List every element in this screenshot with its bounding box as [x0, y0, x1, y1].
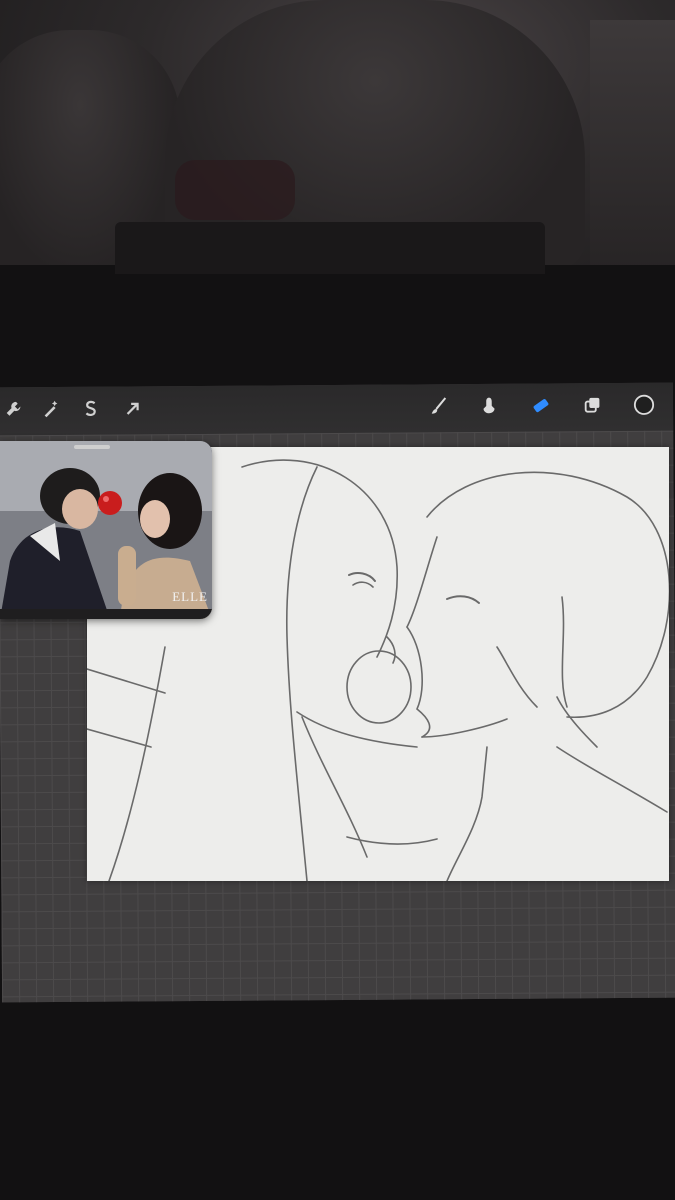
smudge-icon[interactable]: [476, 395, 502, 421]
tablet-stand: [115, 222, 545, 274]
top-toolbar: [0, 382, 674, 436]
reference-watermark: ELLE: [172, 589, 208, 604]
chair-strip: [175, 160, 295, 220]
background-wall: [590, 20, 675, 270]
adjustments-magic-wand-icon[interactable]: [38, 398, 64, 424]
transform-arrow-icon[interactable]: [120, 397, 146, 423]
layers-icon[interactable]: [580, 394, 606, 420]
eraser-icon[interactable]: [528, 394, 554, 420]
brush-icon[interactable]: [426, 395, 452, 421]
selection-s-icon[interactable]: [78, 398, 104, 424]
reference-drag-handle[interactable]: [74, 445, 110, 449]
color-swatch-icon[interactable]: [631, 394, 657, 420]
reference-window[interactable]: ELLE: [0, 441, 212, 619]
reference-footer: [0, 609, 212, 619]
wrench-actions-icon[interactable]: [1, 398, 27, 424]
